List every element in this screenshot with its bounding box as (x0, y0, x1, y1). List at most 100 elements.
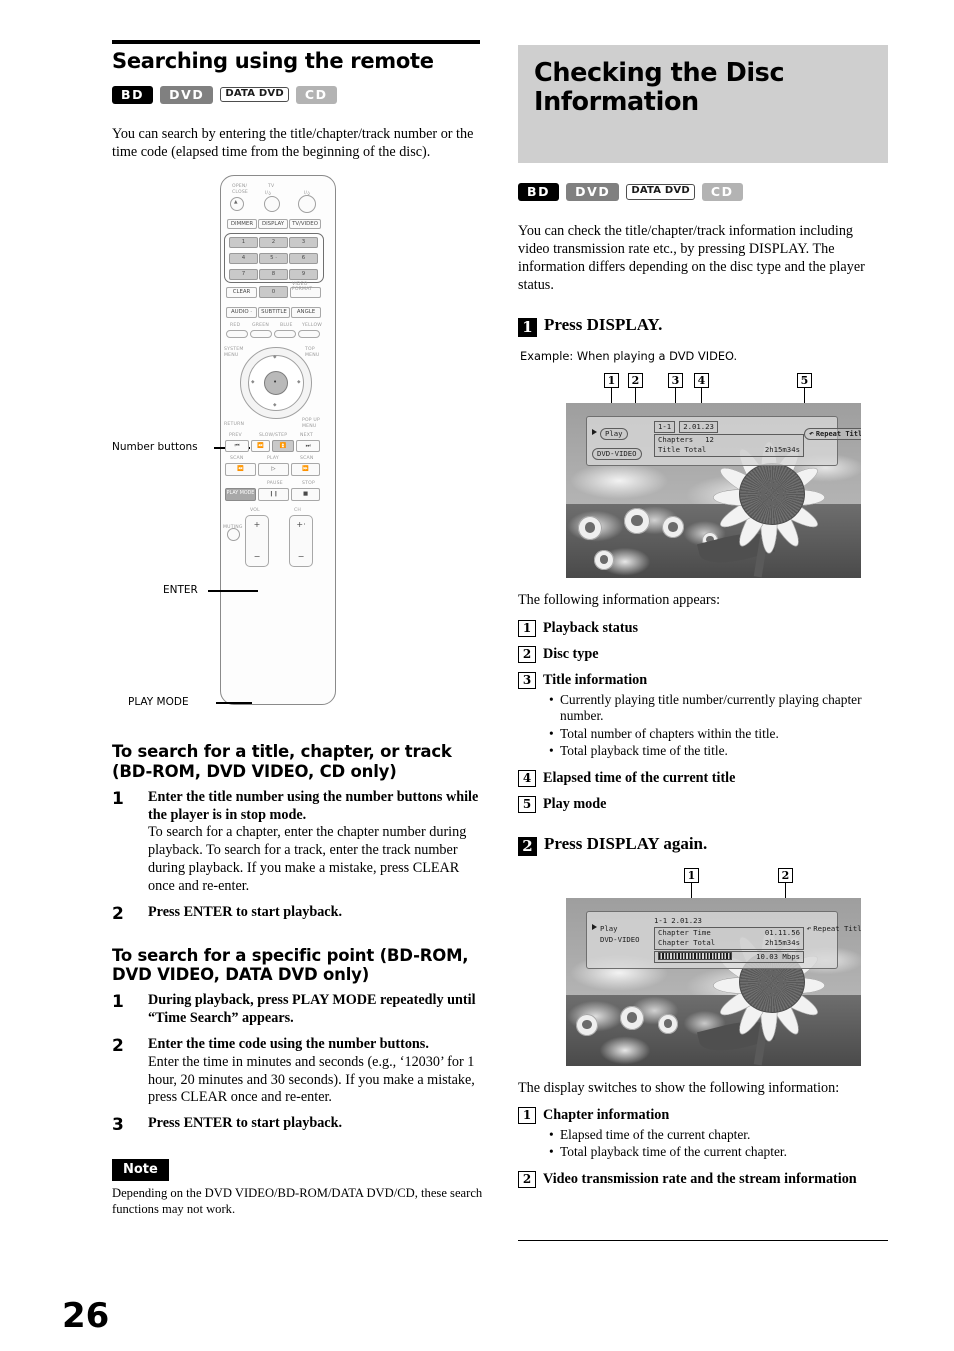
right-intro-text: You can check the title/chapter/track in… (518, 223, 865, 293)
info-bullet: Currently playing title number/currently… (549, 692, 888, 725)
pause-icon: ❙❙ (268, 491, 279, 498)
blue-key-button[interactable] (274, 330, 296, 339)
popup-menu-label: POP UP (302, 418, 320, 424)
step-2-lead-text: The display switches to show the followi… (518, 1079, 840, 1096)
leader-enter (208, 590, 258, 592)
leader-play-mode (216, 702, 252, 704)
osd-panel-2: Play DVD-VIDEO 1-1 2.01.23 Chapter Time (586, 910, 861, 970)
step-lead-text: Enter the title number using the number … (148, 788, 479, 823)
popup-menu-label2: MENU (302, 424, 317, 430)
prev-label: PREV (229, 433, 242, 439)
info-item: 4 Elapsed time of the current title (518, 769, 888, 787)
number-label-3: 3 (301, 239, 306, 246)
dpad-left-icon: ◆ (251, 380, 255, 386)
play-mode-label: PLAY MODE (226, 491, 255, 497)
small-sunflower (578, 515, 602, 540)
callout-play-mode: PLAY MODE (128, 696, 189, 709)
step-1-heading-row: 1 Press DISPLAY. (518, 315, 888, 337)
osd-screenshot-2: Play DVD-VIDEO 1-1 2.01.23 Chapter Time (566, 897, 861, 1066)
step-2-heading: Press DISPLAY again. (544, 833, 708, 853)
osd-screenshot-1-wrap: 1 2 3 4 5 Play DVD-VIDEO 1-1 2.01.23 Cha… (566, 372, 861, 578)
callout-marker-2: 2 (628, 372, 643, 388)
subsection-title-1: To search for a title, chapter, or track… (112, 742, 452, 781)
dpad-up-icon: ◆ (273, 355, 277, 361)
osd-title-total-value: 2h15m34s (764, 445, 800, 455)
disc-badges-right: BD DVD DATA DVD CD (518, 183, 888, 202)
osd-title-total-label: Title Total (658, 445, 707, 455)
callout-markers-1: 1 2 3 4 5 (566, 372, 861, 440)
small-sunflower (658, 1013, 678, 1034)
osd-play-mode: ↶Repeat Title (804, 427, 861, 440)
osd-chapters-value: 12 (705, 434, 714, 444)
top-menu-label: TOP (305, 347, 315, 353)
step-2-heading-row: 2 Press DISPLAY again. (518, 834, 888, 856)
system-menu-label2: MENU (224, 353, 239, 359)
osd-elapsed-time: 2.01.23 (671, 915, 702, 925)
badge-cd: CD (701, 183, 743, 202)
stop-icon: ■ (302, 491, 309, 498)
info-number: 5 (518, 796, 536, 814)
info-bullet: Total playback time of the title. (549, 743, 888, 760)
step-number: 3 (112, 1115, 124, 1136)
osd-chapter-total-value: 2h15m34s (764, 938, 800, 948)
blue-key-label: BLUE (280, 323, 293, 329)
osd-chapter-total-label: Chapter Total (658, 938, 716, 948)
step-lead-text: Enter the time code using the number but… (148, 1035, 429, 1052)
info-number: 2 (518, 1171, 536, 1188)
step-item: 3 Press ENTER to start playback. (112, 1115, 484, 1135)
step-number: 2 (112, 904, 124, 925)
info-title: Disc type (543, 645, 599, 662)
info-title: Playback status (543, 619, 638, 636)
video-format-label2: FORMAT (292, 287, 313, 293)
vol-label: VOL (250, 508, 260, 514)
step-number: 1 (112, 788, 124, 809)
callout-marker-5: 5 (797, 372, 812, 388)
remote-tv-power-label: TV (268, 184, 275, 190)
note-badge: Note (112, 1158, 169, 1181)
enter-dot-icon: • (273, 378, 278, 387)
info-number: 4 (518, 769, 536, 787)
badge-bd: BD (112, 85, 154, 104)
manual-page: Searching using the remote BD DVD DATA D… (0, 0, 954, 1351)
number-label-2: 2 (271, 239, 276, 246)
info-item: 5 Play mode (518, 796, 888, 814)
left-column: Searching using the remote BD DVD DATA D… (112, 40, 484, 1217)
step-2-number: 2 (518, 836, 537, 856)
clear-label: CLEAR (232, 289, 251, 296)
small-sunflower (620, 1005, 644, 1030)
osd-status-group: Play DVD-VIDEO (592, 421, 654, 460)
info-item: 2 Video transmission rate and the stream… (518, 1171, 888, 1188)
callout-marker-4: 4 (694, 372, 709, 388)
step-item: 1 During playback, press PLAY MODE repea… (112, 992, 484, 1028)
section-rule (112, 40, 480, 44)
info-number: 2 (518, 645, 536, 663)
callout-marker-2: 2 (778, 867, 793, 883)
badge-cd: CD (295, 85, 337, 104)
play-icon: ▷ (271, 466, 276, 473)
dpad-down-icon: ◆ (273, 403, 277, 409)
osd-chapter-info-group: 1-1 2.01.23 Chapter Time 01.11.56 Chapte… (654, 916, 804, 964)
number-label-0: 0 (271, 289, 276, 296)
info-title: Video transmission rate and the stream i… (543, 1171, 857, 1187)
step-1-lead-text: The following information appears: (518, 591, 721, 608)
section-title: Checking the Disc Information (534, 58, 785, 117)
green-key-label: GREEN (252, 323, 269, 329)
osd-playback-status: Play (600, 427, 628, 440)
osd-title-chapter: 1-1 (654, 420, 676, 433)
left-intro-text: You can search by entering the title/cha… (112, 125, 474, 160)
red-key-button[interactable] (226, 330, 248, 339)
info-title: Title information (543, 672, 648, 689)
osd-title-details: Chapters 12 Title Total 2h15m34s (654, 433, 804, 457)
number-label-1: 1 (241, 239, 246, 246)
example-caption: Example: When playing a DVD VIDEO. (520, 348, 738, 363)
number-label-7: 7 (241, 271, 246, 278)
osd-chapter-details: Chapter Time 01.11.56 Chapter Total 2h15… (654, 926, 804, 950)
display-label: DISPLAY (261, 221, 285, 228)
small-sunflower (576, 1013, 598, 1036)
disc-badges-left: BD DVD DATA DVD CD (112, 85, 484, 104)
badge-bd: BD (518, 183, 560, 202)
yellow-key-button[interactable] (298, 330, 320, 339)
scan-fwd-label: SCAN (300, 456, 314, 462)
green-key-button[interactable] (250, 330, 272, 339)
osd-bitrate-value: 10.03 Mbps (756, 951, 800, 961)
